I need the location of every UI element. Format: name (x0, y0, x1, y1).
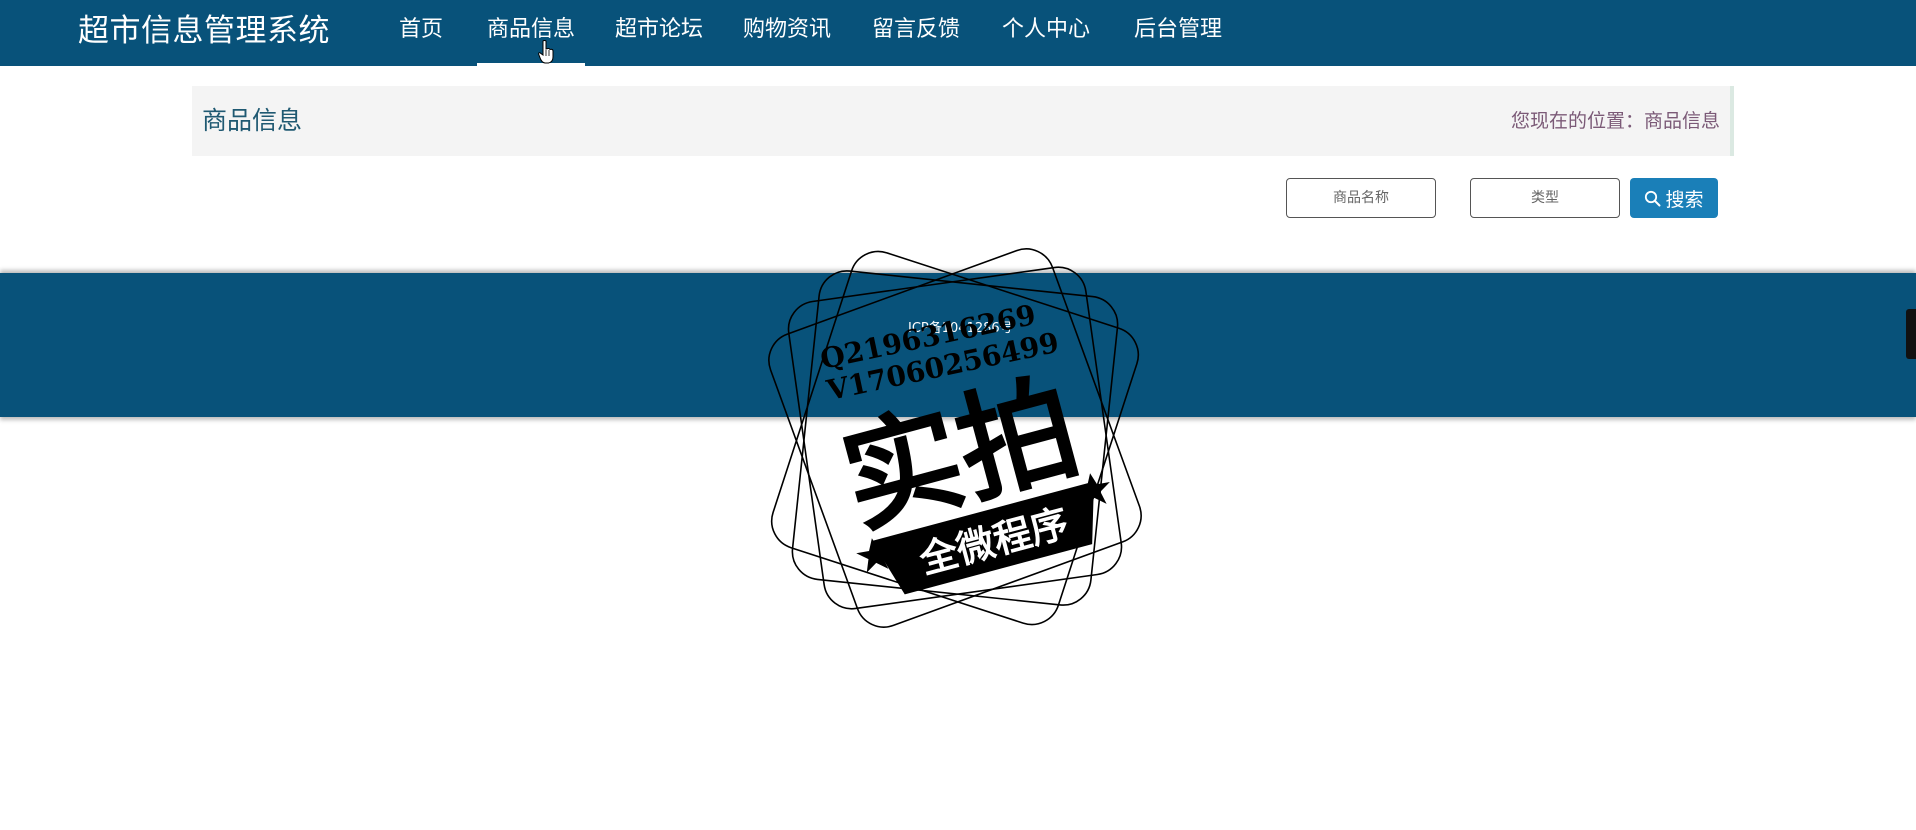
nav-item-profile[interactable]: 个人中心 (1000, 0, 1092, 63)
side-float-tab[interactable] (1906, 309, 1916, 359)
product-name-search-input[interactable] (1286, 178, 1436, 218)
nav-item-admin[interactable]: 后台管理 (1132, 0, 1224, 63)
page-header: 商品信息 您现在的位置：商品信息 (192, 86, 1734, 156)
nav-item-feedback[interactable]: 留言反馈 (870, 0, 962, 63)
hand-cursor-icon (538, 40, 554, 64)
nav-item-products[interactable]: 商品信息 (477, 0, 585, 66)
search-icon (1645, 190, 1661, 206)
watermark-stamp: Q2196316269 V17060256499 实拍 全微程序 (768, 248, 1142, 628)
nav-item-news[interactable]: 购物资讯 (741, 0, 833, 63)
type-search-input[interactable] (1470, 178, 1620, 218)
search-button[interactable]: 搜索 (1630, 178, 1718, 218)
breadcrumb-current[interactable]: 商品信息 (1644, 110, 1720, 132)
nav-item-home[interactable]: 首页 (395, 0, 447, 63)
top-navbar: 超市信息管理系统 首页 商品信息 超市论坛 购物资讯 留言反馈 个人中心 后台管… (0, 0, 1916, 66)
app-title[interactable]: 超市信息管理系统 (78, 10, 330, 52)
breadcrumb: 您现在的位置：商品信息 (1511, 106, 1720, 136)
breadcrumb-label: 您现在的位置： (1510, 110, 1644, 132)
search-button-label: 搜索 (1665, 188, 1704, 211)
page-title: 商品信息 (202, 106, 303, 135)
nav-item-forum[interactable]: 超市论坛 (613, 0, 705, 63)
